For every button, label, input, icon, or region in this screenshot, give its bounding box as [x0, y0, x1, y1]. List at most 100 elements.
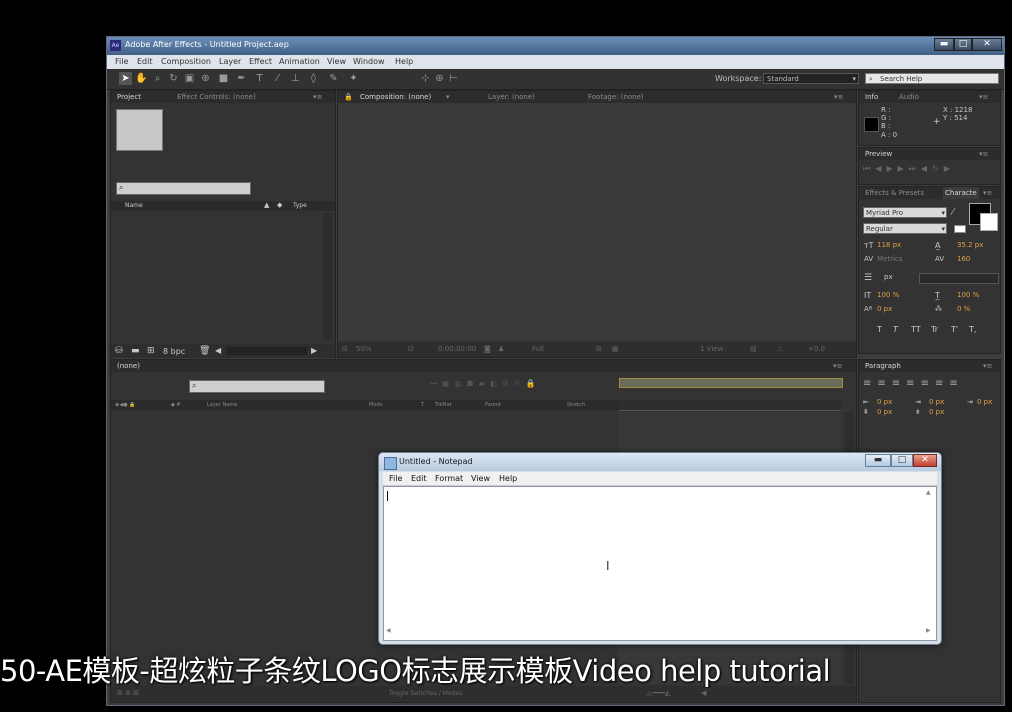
pan-behind-tool-icon[interactable]: ⊕: [199, 72, 212, 85]
column-parent[interactable]: Parent: [485, 402, 501, 408]
new-folder-icon[interactable]: ▬: [131, 346, 140, 356]
tab-footage[interactable]: Footage: (none): [588, 91, 644, 103]
tracking-value[interactable]: 160: [957, 255, 970, 263]
next-frame-icon[interactable]: ▶: [898, 164, 909, 173]
notepad-title-bar[interactable]: Untitled - Notepad ▬ □ ✕: [379, 453, 941, 471]
scroll-up-icon[interactable]: ▲: [926, 489, 931, 496]
transparency-grid-icon[interactable]: ▦: [612, 345, 619, 353]
tab-effects-presets[interactable]: Effects & Presets: [865, 187, 924, 199]
column-type[interactable]: Type: [293, 202, 307, 209]
column-layer-name[interactable]: Layer Name: [207, 402, 237, 408]
justify-right-icon[interactable]: ≡: [935, 378, 949, 389]
vertical-scale-value[interactable]: 100 %: [877, 291, 899, 299]
tsume-value[interactable]: 0 %: [957, 305, 970, 313]
view-axis-icon[interactable]: ⊢: [447, 72, 460, 85]
eraser-tool-icon[interactable]: ◊: [307, 72, 320, 85]
faux-bold-button[interactable]: T: [877, 325, 882, 334]
stroke-style-select[interactable]: [919, 273, 999, 284]
trash-icon[interactable]: 🗑: [199, 346, 210, 356]
stroke-width-value[interactable]: px: [884, 273, 893, 281]
zoom-slider-icon[interactable]: ◬━━━◭: [647, 689, 670, 697]
axis-mode-icon[interactable]: ⊹: [419, 72, 432, 85]
time-ruler[interactable]: [619, 400, 841, 411]
tab-project[interactable]: Project: [117, 91, 141, 103]
notepad-menu-file[interactable]: File: [389, 474, 402, 483]
space-after-value[interactable]: 0 px: [929, 408, 944, 416]
menu-window[interactable]: Window: [353, 57, 385, 66]
tab-info[interactable]: Info: [865, 91, 878, 103]
live-update-icon[interactable]: ▣: [442, 379, 455, 388]
motion-blur-icon[interactable]: ◐: [490, 379, 502, 388]
panel-menu-icon[interactable]: ▾≡: [833, 360, 842, 372]
flowchart-icon[interactable]: ⛬: [778, 345, 783, 354]
scroll-left-icon[interactable]: ◀: [386, 627, 391, 634]
search-help-input[interactable]: ⌕ Search Help: [865, 73, 999, 84]
menu-layer[interactable]: Layer: [219, 57, 241, 66]
always-preview-icon[interactable]: ⊟: [342, 345, 348, 353]
align-center-icon[interactable]: ≡: [877, 378, 891, 389]
clone-stamp-tool-icon[interactable]: ⊥: [289, 72, 302, 85]
superscript-button[interactable]: T': [951, 325, 958, 334]
notepad-menu-help[interactable]: Help: [499, 474, 517, 483]
menu-file[interactable]: File: [115, 57, 128, 66]
first-frame-icon[interactable]: ⏮: [863, 164, 875, 173]
tab-composition[interactable]: Composition: (none): [360, 91, 431, 103]
timecode-value[interactable]: 0:00:00:00: [438, 345, 476, 353]
notepad-menu-format[interactable]: Format: [435, 474, 463, 483]
brush-tool-icon[interactable]: ⁄: [271, 72, 284, 85]
kerning-value[interactable]: Metrics: [877, 255, 902, 263]
panel-menu-icon[interactable]: ▾≡: [983, 360, 992, 372]
panel-menu-icon[interactable]: ▾≡: [834, 91, 843, 103]
composition-viewer[interactable]: [338, 103, 856, 341]
font-family-select[interactable]: Myriad Pro ▾: [863, 207, 947, 218]
align-right-icon[interactable]: ≡: [892, 378, 906, 389]
resolution-value[interactable]: Full: [532, 345, 544, 353]
fast-previews-icon[interactable]: ▤: [750, 345, 757, 353]
font-style-select[interactable]: Regular ▾: [863, 223, 947, 234]
loop-icon[interactable]: ↻: [932, 164, 944, 173]
indent-first-value[interactable]: 0 px: [977, 398, 992, 406]
maximize-button[interactable]: □: [954, 38, 972, 51]
camera-tool-icon[interactable]: ▣: [183, 72, 196, 85]
indent-left-value[interactable]: 0 px: [877, 398, 892, 406]
comp-lock-icon[interactable]: 🔒: [344, 91, 353, 103]
menu-help[interactable]: Help: [395, 57, 413, 66]
safe-zones-icon[interactable]: ⊡: [408, 345, 414, 353]
small-caps-button[interactable]: Tr: [931, 325, 938, 334]
hand-tool-icon[interactable]: ✋: [135, 72, 148, 85]
menu-animation[interactable]: Animation: [279, 57, 320, 66]
bpc-label[interactable]: 8 bpc: [163, 347, 185, 356]
show-channel-icon[interactable]: ♟: [498, 345, 504, 353]
play-icon[interactable]: ▶: [886, 164, 897, 173]
panel-menu-icon[interactable]: ▾≡: [979, 148, 988, 160]
panel-menu-icon[interactable]: ▾≡: [313, 91, 322, 103]
scroll-left-icon[interactable]: ◀: [215, 346, 221, 355]
minimize-button[interactable]: ▬: [934, 38, 954, 51]
faux-italic-button[interactable]: T: [893, 325, 898, 334]
scroll-left-icon[interactable]: ◀: [701, 689, 706, 697]
rotate-tool-icon[interactable]: ↻: [167, 72, 180, 85]
comp-dropdown-icon[interactable]: ▾: [446, 91, 450, 103]
hide-shy-icon[interactable]: ☗: [467, 379, 479, 388]
timeline-footer-icons[interactable]: ⊞ ⊚ ⊞: [117, 689, 139, 697]
interpret-footage-icon[interactable]: ⛁: [115, 346, 123, 356]
justify-center-icon[interactable]: ≡: [921, 378, 935, 389]
menu-effect[interactable]: Effect: [249, 57, 272, 66]
world-axis-icon[interactable]: ⊛: [433, 72, 446, 85]
scroll-down-icon[interactable]: ▶: [926, 627, 931, 634]
leading-value[interactable]: 35.2 px: [957, 241, 983, 249]
prev-frame-icon[interactable]: ◀: [875, 164, 886, 173]
menu-view[interactable]: View: [327, 57, 346, 66]
project-search-input[interactable]: ⌕: [116, 182, 251, 195]
work-area-bar[interactable]: [619, 378, 843, 388]
new-composition-icon[interactable]: ⊞: [147, 346, 155, 356]
last-frame-icon[interactable]: ⏭: [909, 164, 921, 173]
brainstorm-icon[interactable]: ⚛: [514, 379, 526, 388]
frame-blending-icon[interactable]: ▰: [479, 379, 490, 388]
column-stretch[interactable]: Stretch: [567, 402, 585, 408]
puppet-tool-icon[interactable]: ✦: [347, 72, 360, 85]
comp-mini-flowchart-icon[interactable]: ⊶: [429, 379, 442, 388]
zoom-value[interactable]: 50%: [356, 345, 372, 353]
menu-composition[interactable]: Composition: [161, 57, 211, 66]
stroke-color-swatch[interactable]: [980, 213, 998, 231]
